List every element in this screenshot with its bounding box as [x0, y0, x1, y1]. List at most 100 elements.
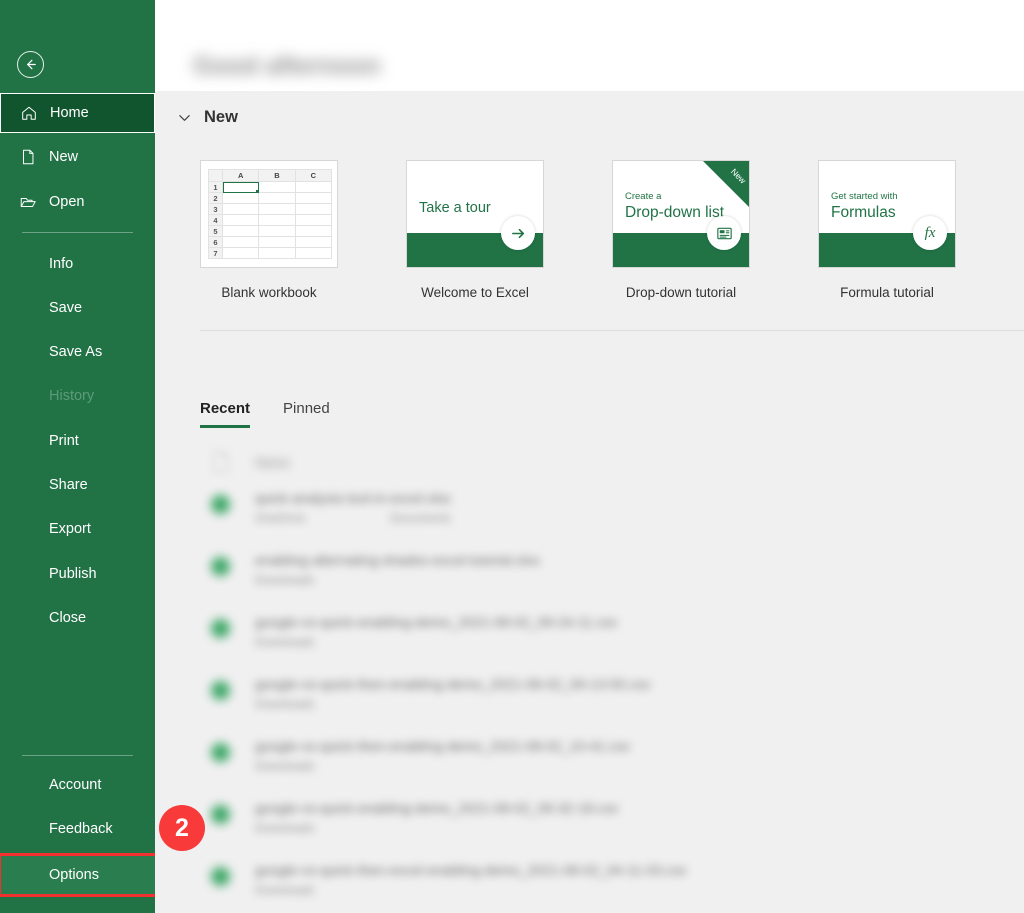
sidebar-item-label: Home — [50, 105, 89, 121]
tab-pinned[interactable]: Pinned — [283, 400, 330, 428]
grid-cell — [294, 236, 333, 248]
sidebar-item-options[interactable]: Options — [0, 853, 159, 897]
grid-row-header: 3 — [208, 203, 223, 215]
sidebar-item-account[interactable]: Account — [0, 765, 155, 805]
file-name: enabling-alternating-shades-excel-tutori… — [255, 552, 540, 568]
template-welcome-to-excel[interactable]: Take a tour Welcome to Excel — [406, 160, 544, 300]
template-thumbnail[interactable]: Take a tour — [406, 160, 544, 268]
file-location-secondary: Documents — [390, 511, 451, 525]
list-item[interactable]: google-vs-quick-then-enabling-demo_2021-… — [200, 667, 1024, 729]
grid-row-header: 1 — [208, 181, 223, 193]
sidebar-item-close[interactable]: Close — [0, 598, 155, 638]
template-thumbnail[interactable]: Create a Drop-down list New — [612, 160, 750, 268]
template-formula-tutorial[interactable]: Get started with Formulas fx Formula tut… — [818, 160, 956, 300]
sidebar-item-label: History — [49, 388, 95, 404]
sidebar-item-info[interactable]: Info — [0, 244, 155, 284]
list-item[interactable]: quick-analysis-tool-in-excel.xlsx OneDri… — [200, 481, 1024, 543]
grid-cell — [221, 247, 260, 259]
grid-row-header: 7 — [208, 247, 223, 259]
sidebar-item-label: Save — [49, 300, 83, 316]
sidebar-item-open[interactable]: Open — [0, 182, 155, 222]
template-dropdown-tutorial[interactable]: Create a Drop-down list New Drop-down tu… — [612, 160, 750, 300]
new-section-header[interactable]: New — [178, 108, 238, 127]
home-icon — [20, 104, 38, 122]
worksheet-grid-preview: A B C 1 2 3 4 5 6 7 — [208, 169, 333, 261]
grid-cell — [221, 236, 260, 248]
tab-recent[interactable]: Recent — [200, 400, 251, 428]
template-card-text: Get started with Formulas — [831, 191, 898, 222]
sidebar-divider-top — [22, 232, 133, 233]
sidebar-item-label: Info — [49, 256, 74, 272]
excel-file-icon — [211, 619, 230, 638]
chevron-down-icon[interactable] — [178, 111, 191, 124]
sidebar-item-save-as[interactable]: Save As — [0, 332, 155, 372]
back-arrow-icon[interactable] — [17, 51, 44, 78]
file-location: Downloads — [255, 883, 315, 897]
grid-cell — [258, 203, 296, 215]
list-item[interactable]: enabling-alternating-shades-excel-tutori… — [200, 543, 1024, 605]
excel-file-icon — [211, 495, 230, 514]
sidebar-item-label: Share — [49, 477, 88, 493]
template-label: Blank workbook — [221, 285, 317, 300]
sidebar-item-publish[interactable]: Publish — [0, 554, 155, 594]
sidebar-item-home[interactable]: Home — [0, 93, 155, 133]
sidebar-item-export[interactable]: Export — [0, 509, 155, 549]
sidebar-item-new[interactable]: New — [0, 137, 155, 177]
list-item[interactable]: google-vs-quick-enabling-demo_2021-08-02… — [200, 791, 1024, 853]
list-item[interactable]: google-vs-quick-then-excel-enabling-demo… — [200, 853, 1024, 913]
annotation-step-badge: 2 — [159, 805, 205, 851]
template-gallery: A B C 1 2 3 4 5 6 7 Blank workbook Take … — [200, 160, 956, 300]
excel-file-icon — [211, 805, 230, 824]
grid-cell — [294, 203, 333, 215]
template-label: Drop-down tutorial — [625, 285, 737, 300]
list-item[interactable]: google-vs-quick-then-enabling-demo_2021-… — [200, 729, 1024, 791]
excel-file-icon — [211, 743, 230, 762]
grid-cell — [258, 236, 296, 248]
template-card-text: Take a tour — [419, 199, 491, 218]
document-icon — [213, 451, 229, 473]
grid-col-header: A — [221, 169, 260, 182]
grid-cell — [221, 203, 260, 215]
file-name: google-vs-quick-then-enabling-demo_2021-… — [255, 676, 651, 692]
template-thumbnail[interactable]: A B C 1 2 3 4 5 6 7 — [200, 160, 338, 268]
file-location: Downloads — [255, 635, 315, 649]
template-card-line2: Formulas — [831, 204, 896, 221]
file-name: google-vs-quick-then-excel-enabling-demo… — [255, 862, 687, 878]
template-label: Formula tutorial — [840, 285, 934, 300]
template-blank-workbook[interactable]: A B C 1 2 3 4 5 6 7 Blank workbook — [200, 160, 338, 300]
new-ribbon-badge: New — [703, 161, 749, 207]
grid-cell — [294, 225, 333, 237]
sidebar-divider-bottom — [22, 755, 133, 756]
grid-cell — [258, 214, 296, 226]
file-name: quick-analysis-tool-in-excel.xlsx — [255, 490, 452, 506]
sidebar-item-label: Open — [49, 194, 85, 210]
sidebar-item-print[interactable]: Print — [0, 421, 155, 461]
excel-file-icon — [211, 557, 230, 576]
list-item[interactable]: google-vs-quick-enabling-demo_2021-08-02… — [200, 605, 1024, 667]
sidebar-item-label: Export — [49, 521, 91, 537]
excel-file-icon — [211, 867, 230, 886]
template-label: Welcome to Excel — [421, 285, 529, 300]
grid-cell — [258, 192, 296, 204]
sidebar-item-label: Print — [49, 433, 79, 449]
sidebar-item-share[interactable]: Share — [0, 465, 155, 505]
sidebar-item-label: New — [49, 149, 79, 165]
grid-cell — [258, 247, 296, 259]
sidebar-item-feedback[interactable]: Feedback — [0, 809, 155, 849]
grid-row-header: 4 — [208, 214, 223, 226]
grid-cell — [294, 214, 333, 226]
fx-glyph: fx — [924, 224, 936, 241]
grid-cell-a1 — [221, 181, 261, 194]
list-column-header: Name — [200, 447, 1024, 481]
template-thumbnail[interactable]: Get started with Formulas fx — [818, 160, 956, 268]
file-name: google-vs-quick-enabling-demo_2021-08-02… — [255, 800, 619, 816]
file-location: Downloads — [255, 759, 315, 773]
grid-cell — [258, 225, 296, 237]
file-list-tabs: Recent Pinned — [200, 400, 330, 428]
grid-row-header: 2 — [208, 192, 223, 204]
backstage-content: Good afternoon New A B C 1 2 3 4 5 6 7 B… — [155, 0, 1024, 913]
sidebar-item-label: Options — [49, 867, 99, 883]
grid-cell — [294, 247, 333, 259]
sidebar-item-save[interactable]: Save — [0, 288, 155, 328]
sidebar-item-history: History — [0, 376, 155, 416]
